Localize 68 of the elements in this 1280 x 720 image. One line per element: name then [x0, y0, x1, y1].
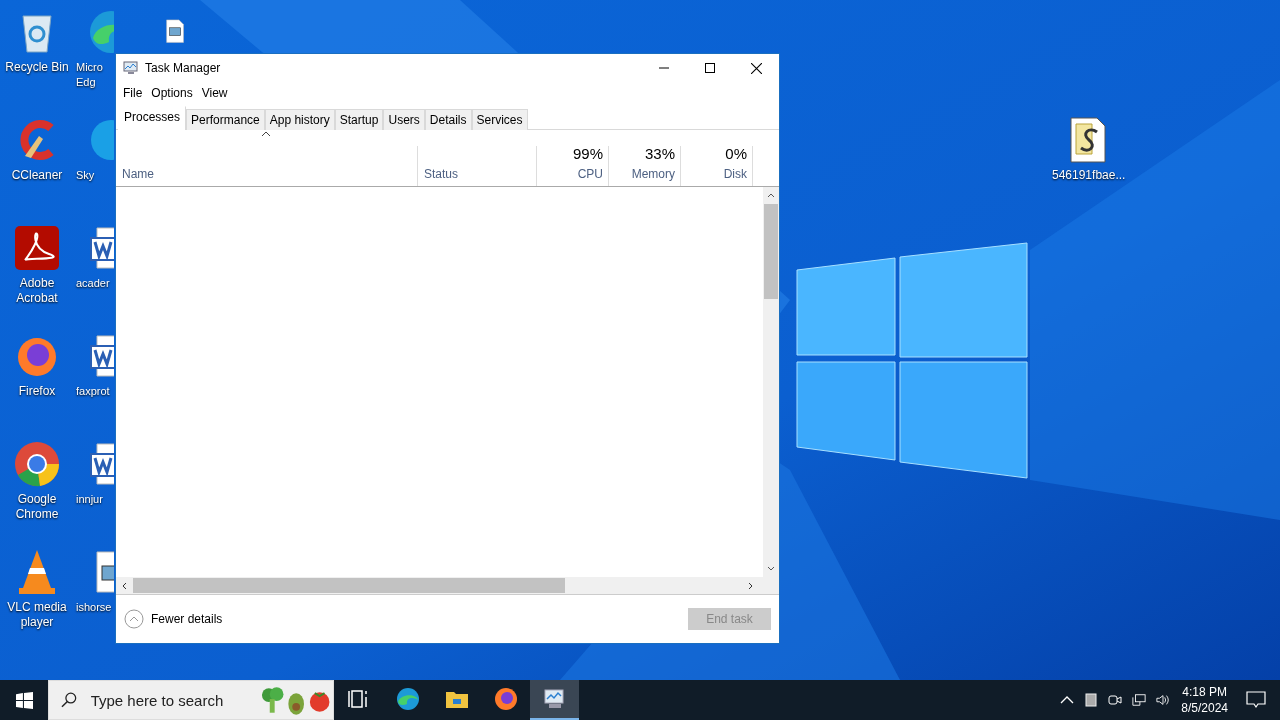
window-title: Task Manager [145, 61, 221, 75]
column-header[interactable]: Status [418, 130, 537, 186]
icon-label: Sky [76, 168, 95, 183]
icon-label: Firefox [17, 384, 57, 399]
clock-date[interactable]: 8/5/2024 [1181, 700, 1228, 716]
scroll-thumb[interactable] [133, 578, 565, 593]
pdf-app-icon[interactable] [13, 224, 61, 272]
icon-label: Recycle Bin [4, 60, 70, 75]
icon-label: Micro Edg [76, 60, 104, 90]
fewer-details-link[interactable]: Fewer details [124, 609, 223, 629]
icon-label: VLC media player [6, 600, 68, 630]
column-label: Memory [631, 166, 675, 182]
icon-label: faxprot [76, 384, 110, 399]
monitor-chart-icon [542, 687, 567, 711]
taskbar-button[interactable] [530, 680, 579, 720]
tab[interactable]: Startup [334, 109, 384, 130]
scroll-left-icon[interactable] [122, 581, 127, 590]
tab[interactable]: Details [424, 109, 472, 130]
icon-label: innjur [76, 492, 103, 507]
chrome-ball-icon[interactable] [13, 440, 61, 488]
usage-percent: 99% [572, 145, 603, 162]
windows-logo-icon [15, 691, 33, 709]
icon-label: Adobe Acrobat [15, 276, 59, 306]
tab[interactable]: Services [471, 109, 528, 130]
column-header[interactable]: 33% Memory [609, 130, 681, 186]
column-label: Name [122, 166, 155, 182]
close-icon [750, 62, 762, 74]
network-icon[interactable] [1132, 693, 1147, 707]
scroll-up-icon[interactable] [767, 193, 775, 198]
tab[interactable]: Users [383, 109, 425, 130]
maximize-icon [705, 63, 715, 73]
fox-globe-icon [493, 687, 518, 711]
tab[interactable]: Processes [118, 106, 187, 130]
scroll-right-icon[interactable] [748, 581, 753, 590]
icon-label: acader [76, 276, 110, 291]
usage-percent: 0% [725, 145, 747, 162]
menu-item[interactable]: View [200, 86, 234, 100]
search-input[interactable]: Type here to search [88, 690, 253, 710]
menu-item[interactable]: File [122, 86, 149, 100]
clock-time[interactable]: 4:18 PM [1182, 684, 1227, 700]
scroll-thumb[interactable] [764, 204, 778, 299]
camera-icon[interactable] [1108, 693, 1123, 707]
column-label: Disk [723, 166, 747, 182]
grid-square-icon[interactable] [1084, 693, 1099, 707]
column-header[interactable]: 99% CPU [537, 130, 609, 186]
icon-label: Google Chrome [14, 492, 60, 522]
tab[interactable]: App history [264, 109, 335, 130]
sort-caret-icon [261, 131, 271, 137]
horizontal-scrollbar[interactable] [116, 577, 779, 595]
collapse-icon [124, 609, 144, 629]
icon-label: ishorse [76, 600, 112, 615]
scroll-down-icon[interactable] [767, 566, 775, 571]
wave-globe-icon[interactable] [87, 8, 114, 56]
column-label: Status [424, 166, 460, 182]
menu-item[interactable]: Options [150, 86, 199, 100]
search-bar[interactable]: Type here to search [48, 680, 334, 720]
notification-icon[interactable] [1246, 691, 1266, 709]
wave-globe-icon [395, 687, 420, 711]
column-header[interactable]: Name [116, 130, 418, 186]
column-label: CPU [577, 166, 603, 182]
monitor-chart-icon [123, 60, 139, 76]
usage-percent: 33% [644, 145, 675, 162]
column-header[interactable]: 0% Disk [681, 130, 753, 186]
speaker-icon[interactable] [1156, 693, 1171, 707]
vertical-scrollbar[interactable] [763, 187, 779, 577]
search-icon [61, 692, 77, 708]
icon-label: CCleaner [10, 168, 64, 183]
tab[interactable]: Performance [186, 109, 265, 130]
